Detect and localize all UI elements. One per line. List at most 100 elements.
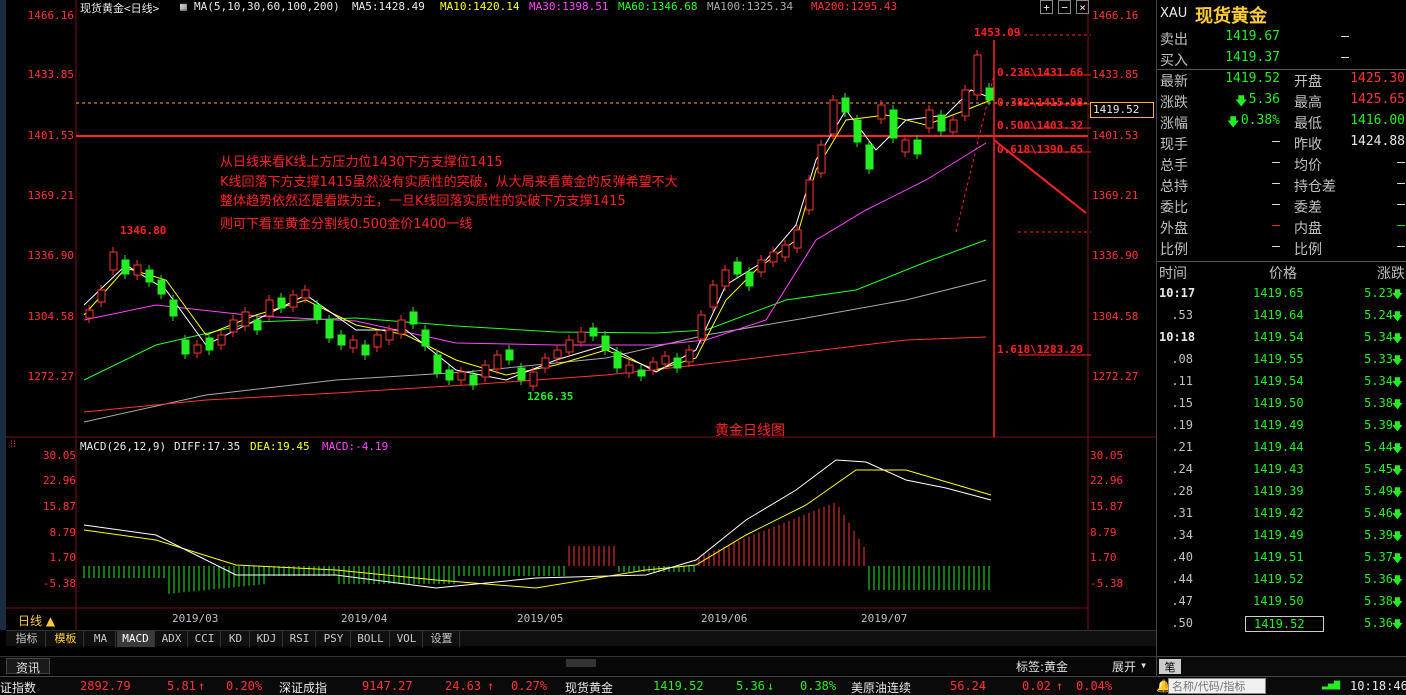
tick-time: .21 — [1171, 440, 1193, 454]
tick-price: 1419.50 — [1253, 396, 1304, 410]
candle-down — [889, 109, 898, 139]
down-arrow-icon: 🡇 — [1391, 596, 1403, 609]
tick-price: 1419.54 — [1253, 374, 1304, 388]
tab-kdj[interactable]: KDJ — [251, 631, 283, 647]
candle-down — [169, 299, 178, 317]
tick-change: 5.45 — [1364, 462, 1393, 476]
tick-row[interactable]: 10:17 1419.65 5.23 🡇 — [1157, 286, 1406, 308]
tab-rsi[interactable]: RSI — [284, 631, 316, 647]
quote-label: 最新 — [1160, 74, 1188, 90]
tab-psy[interactable]: PSY — [317, 631, 351, 647]
tick-row[interactable]: .50 1419.52 5.36 🡇 — [1157, 616, 1406, 638]
zoom-out-icon[interactable]: − — [1058, 0, 1071, 14]
news-tab[interactable]: 资讯 — [6, 658, 50, 675]
candle-up — [685, 349, 694, 363]
tick-row[interactable]: 10:18 1419.54 5.34 🡇 — [1157, 330, 1406, 352]
chart-canvas[interactable] — [6, 0, 1156, 630]
tab-macd[interactable]: MACD — [117, 631, 155, 647]
tick-header-price: 价格 — [1269, 266, 1297, 282]
tab-boll[interactable]: BOLL — [352, 631, 390, 647]
kline-chart[interactable]: 现货黄金<日线> ▦ MA(5,10,30,60,100,200) MA5:14… — [6, 0, 1156, 630]
tick-row[interactable]: .34 1419.49 5.39 🡇 — [1157, 528, 1406, 550]
candle-down — [673, 357, 682, 369]
tick-row[interactable]: .19 1419.49 5.39 🡇 — [1157, 418, 1406, 440]
tick-price: 1419.43 — [1253, 462, 1304, 476]
ticker-pct: 0.20% — [226, 679, 263, 693]
quote-panel: XAU 现货黄金 卖出 1419.67 — 买入 1419.37 — 最新 14… — [1156, 0, 1406, 676]
zoom-in-icon[interactable]: + — [1040, 0, 1053, 14]
ticker-name[interactable]: 现货黄金 — [565, 679, 613, 695]
price-axis-label: 1401.53 — [27, 129, 74, 142]
quote-row: 涨幅 🡇 0.38% 最低 1416.00 — [1157, 113, 1406, 134]
macd-axis-label-right: 22.96 — [1090, 474, 1124, 487]
down-arrow-icon: 🡇 — [1227, 115, 1240, 129]
tick-time: .19 — [1171, 418, 1193, 432]
tab-settings[interactable]: 设置 — [424, 631, 460, 647]
tab-ma[interactable]: MA — [86, 631, 116, 647]
sell-label: 卖出 — [1160, 32, 1188, 48]
tick-row[interactable]: .15 1419.50 5.38 🡇 — [1157, 396, 1406, 418]
tick-change: 5.39 — [1364, 528, 1393, 542]
tick-row[interactable]: .44 1419.52 5.36 🡇 — [1157, 572, 1406, 594]
expand-button[interactable]: 展开 — [1112, 658, 1136, 675]
expand-chevron-icon[interactable]: ▾ — [1140, 658, 1147, 672]
quote-value: — — [1272, 239, 1280, 254]
tick-row[interactable]: .31 1419.42 5.46 🡇 — [1157, 506, 1406, 528]
close-icon[interactable]: × — [1076, 0, 1089, 14]
macd-axis-label-right: -5.38 — [1090, 577, 1124, 590]
quote-row: 总手 — 均价 — — [1157, 155, 1406, 176]
ticker-name[interactable]: 深证成指 — [279, 679, 327, 695]
dea-line — [83, 469, 992, 589]
quote-row: 总持 — 持仓差 — — [1157, 176, 1406, 197]
price-axis-label-right: 1304.58 — [1092, 310, 1139, 323]
tab-kd[interactable]: KD — [222, 631, 250, 647]
pen-button[interactable]: 笔 — [1159, 659, 1181, 674]
candle-up — [457, 371, 466, 381]
tick-time: .47 — [1171, 594, 1193, 608]
tick-row[interactable]: .47 1419.50 5.38 🡇 — [1157, 594, 1406, 616]
tick-row[interactable]: .21 1419.44 5.44 🡇 — [1157, 440, 1406, 462]
candle-up — [133, 264, 142, 276]
tab-cci[interactable]: CCI — [189, 631, 221, 647]
panel-resize-handle[interactable] — [566, 659, 596, 667]
candle-down — [469, 374, 478, 386]
tick-row[interactable]: .08 1419.55 5.33 🡇 — [1157, 352, 1406, 374]
sell-price: 1419.67 — [1225, 29, 1280, 44]
candle-up — [649, 361, 658, 371]
candle-up — [349, 339, 358, 349]
period-button[interactable]: 日线 ▲ — [18, 612, 55, 629]
candle-up — [229, 319, 238, 333]
down-arrow-icon: 🡇 — [1391, 530, 1403, 543]
tick-row[interactable]: .28 1419.39 5.49 🡇 — [1157, 484, 1406, 506]
tick-time: .28 — [1171, 484, 1193, 498]
candle-up — [241, 311, 250, 327]
tick-change: 5.38 — [1364, 594, 1393, 608]
tab-indicator[interactable]: 指标 — [8, 631, 46, 647]
candle-up — [97, 289, 106, 303]
tick-time: .53 — [1171, 308, 1193, 322]
tab-vol[interactable]: VOL — [391, 631, 423, 647]
ticker-name[interactable]: 证指数 — [0, 679, 36, 695]
candle-up — [805, 179, 814, 211]
tab-adx[interactable]: ADX — [156, 631, 188, 647]
tick-header-change: 涨跌 — [1377, 266, 1405, 282]
ma-settings-icon[interactable]: ▦ — [180, 0, 187, 14]
quote-label: 比例 — [1160, 242, 1188, 258]
tick-row[interactable]: .40 1419.51 5.37 🡇 — [1157, 550, 1406, 572]
annotation-line: 则可下看至黄金分割线0.500金价1400一线 — [220, 217, 473, 232]
tick-row[interactable]: .53 1419.64 5.24 🡇 — [1157, 308, 1406, 330]
tick-change: 5.46 — [1364, 506, 1393, 520]
tab-template[interactable]: 模板 — [48, 631, 84, 647]
candle-down — [613, 351, 622, 369]
tick-row[interactable]: .11 1419.54 5.34 🡇 — [1157, 374, 1406, 396]
tick-row[interactable]: .24 1419.43 5.45 🡇 — [1157, 462, 1406, 484]
candle-up — [577, 331, 586, 343]
ma100-value: MA100:1325.34 — [707, 0, 794, 13]
tick-price: 1419.65 — [1253, 286, 1304, 300]
down-arrow-icon: 🡇 — [1391, 332, 1403, 345]
buy-label: 买入 — [1160, 53, 1188, 69]
search-box[interactable] — [1168, 678, 1266, 694]
search-input[interactable] — [1169, 679, 1265, 694]
ticker-name[interactable]: 美原油连续 — [851, 679, 911, 695]
macd-value: MACD:-4.19 — [322, 440, 389, 453]
